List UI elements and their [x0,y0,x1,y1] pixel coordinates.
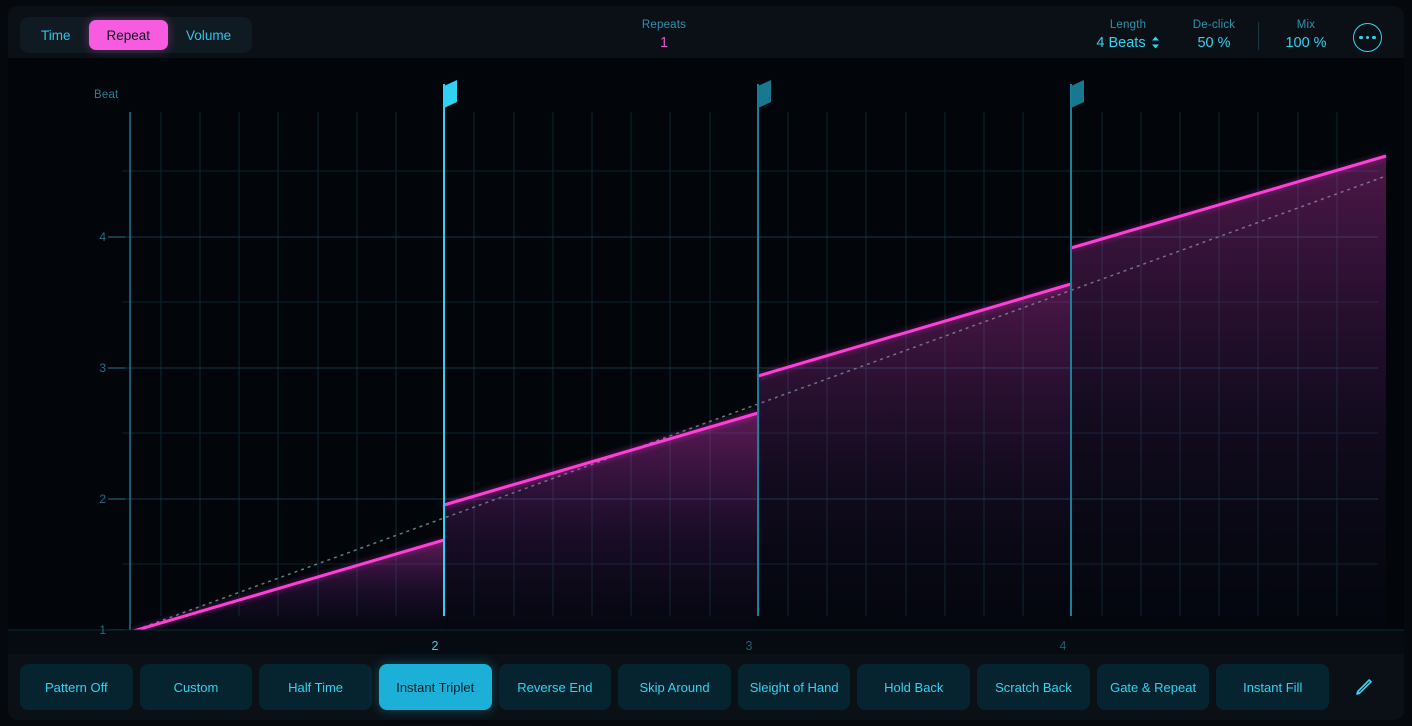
x-tick-3: 3 [745,639,753,653]
mode-segmented-control[interactable]: Time Repeat Volume [20,17,253,53]
preset-button-hold-back[interactable]: Hold Back [857,664,971,710]
mode-tab-time[interactable]: Time [23,20,89,50]
repeats-param[interactable]: Repeats 1 [604,18,724,53]
chevron-updown-icon[interactable] [1151,36,1160,49]
more-options-icon[interactable] [1353,23,1382,52]
preset-button-gate-repeat[interactable]: Gate & Repeat [1096,664,1210,710]
top-toolbar: Time Repeat Volume Repeats 1 Length 4 Beat… [8,6,1404,58]
mix-label: Mix [1296,19,1316,31]
y-tick-1: 1 [99,623,106,637]
dot-2 [1365,35,1370,40]
preset-button-instant-fill[interactable]: Instant Fill [1216,664,1330,710]
mix-param[interactable]: Mix 100 % [1252,18,1360,53]
marker-flag-3[interactable] [757,80,773,114]
marker-flag-2[interactable] [443,80,459,114]
preset-button-skip-around[interactable]: Skip Around [618,664,731,710]
mix-value[interactable]: 100 % [1252,33,1360,53]
marker-line-4[interactable] [1070,84,1072,616]
dot-3 [1372,35,1376,40]
preset-button-sleight-of-hand[interactable]: Sleight of Hand [737,664,851,710]
y-tick-3: 3 [99,361,106,375]
dot-1 [1359,35,1363,40]
graph-canvas[interactable] [8,58,1404,654]
y-tick-4: 4 [99,230,106,244]
preset-button-bar[interactable]: Pattern Off Custom Half Time Instant Triple… [8,654,1404,720]
x-tick-4: 4 [1059,639,1067,653]
automation-graph[interactable]: Beat 4 3 2 1 2 3 4 [8,58,1404,654]
preset-button-scratch-back[interactable]: Scratch Back [977,664,1090,710]
repeats-label: Repeats [641,19,687,31]
y-tick-2: 2 [99,492,106,506]
y-axis-title: Beat [94,89,119,101]
x-tick-2: 2 [431,639,439,653]
marker-line-2[interactable] [443,84,445,616]
preset-button-instant-triplet[interactable]: Instant Triplet [378,664,492,710]
pencil-icon[interactable] [1336,664,1392,710]
marker-flag-4[interactable] [1070,80,1086,114]
pencil-glyph [1356,679,1372,695]
preset-button-half-time[interactable]: Half Time [259,664,372,710]
preset-button-pattern-off[interactable]: Pattern Off [20,664,133,710]
plugin-window: Time Repeat Volume Repeats 1 Length 4 Beat… [0,0,1412,726]
preset-button-reverse-end[interactable]: Reverse End [498,664,612,710]
repeats-value[interactable]: 1 [604,33,724,53]
marker-line-3[interactable] [757,84,759,616]
mode-tab-volume[interactable]: Volume [168,20,249,50]
mode-tab-repeat[interactable]: Repeat [88,20,169,50]
preset-button-custom[interactable]: Custom [139,664,253,710]
length-value[interactable]: 4 Beats [1096,33,1145,53]
